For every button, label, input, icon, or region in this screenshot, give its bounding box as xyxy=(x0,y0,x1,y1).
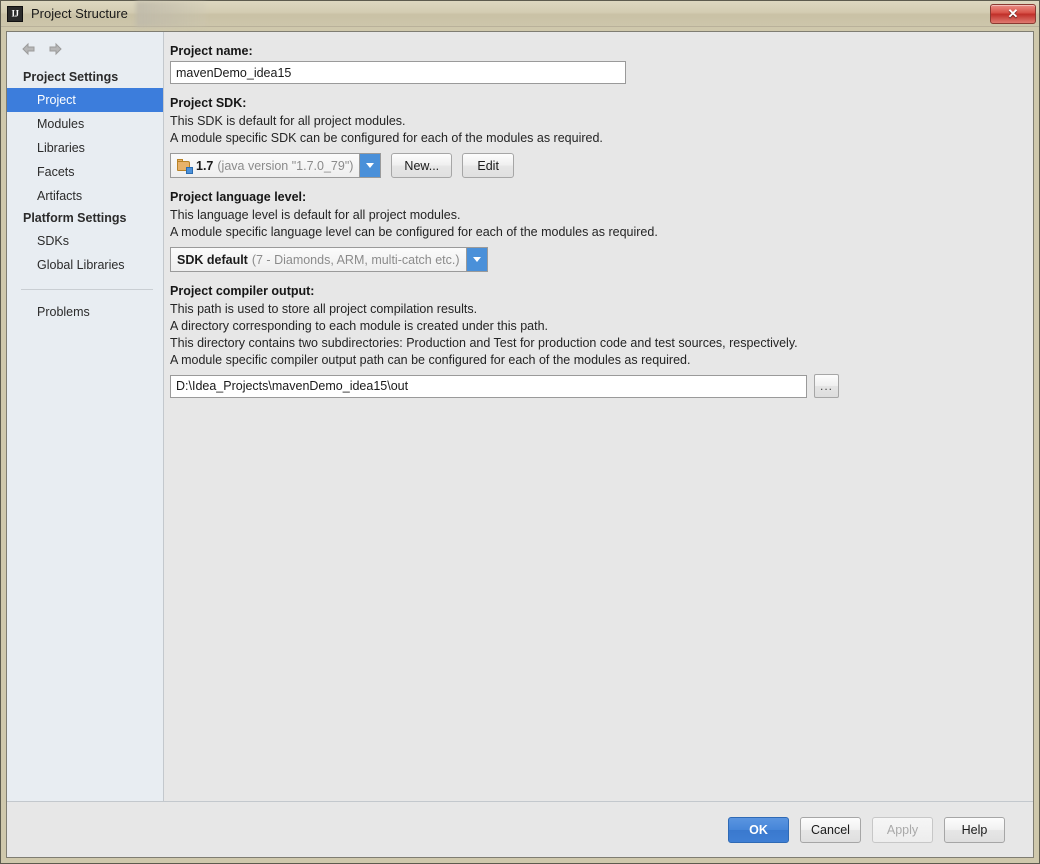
close-icon: ✕ xyxy=(1007,6,1019,21)
language-level-combobox-face: SDK default (7 - Diamonds, ARM, multi-ca… xyxy=(171,248,466,271)
title-bar-smudge xyxy=(136,1,206,27)
compiler-output-desc-2: A directory corresponding to each module… xyxy=(170,319,548,333)
language-level-value: SDK default xyxy=(177,252,248,267)
window-title: Project Structure xyxy=(31,6,128,21)
help-button-label: Help xyxy=(961,822,988,837)
ok-button[interactable]: OK xyxy=(728,816,789,843)
cancel-button-label: Cancel xyxy=(811,822,850,837)
apply-button: Apply xyxy=(872,816,933,843)
compiler-output-input[interactable]: D:\Idea_Projects\mavenDemo_idea15\out xyxy=(170,374,807,398)
new-sdk-button[interactable]: New... xyxy=(391,153,453,178)
project-sdk-controls: 1.7 (java version "1.7.0_79") New... Edi… xyxy=(170,147,1033,178)
language-level-detail: (7 - Diamonds, ARM, multi-catch etc.) xyxy=(251,252,460,267)
sidebar-item-label: Problems xyxy=(37,305,90,319)
project-name-section: Project name: mavenDemo_idea15 xyxy=(170,44,1033,84)
dialog-body: Project Settings Project Modules Librari… xyxy=(7,32,1033,801)
sidebar-item-sdks[interactable]: SDKs xyxy=(7,229,163,253)
intellij-logo-icon: IJ xyxy=(7,5,23,22)
project-sdk-detail: (java version "1.7.0_79") xyxy=(217,158,354,173)
compiler-output-desc-4: A module specific compiler output path c… xyxy=(170,353,691,367)
compiler-output-desc-3: This directory contains two subdirectori… xyxy=(170,336,798,350)
project-sdk-value: 1.7 xyxy=(196,158,214,173)
project-name-label: Project name: xyxy=(170,44,253,58)
project-sdk-section: Project SDK: This SDK is default for all… xyxy=(170,96,1033,178)
sidebar-item-project[interactable]: Project xyxy=(7,88,163,112)
sidebar-item-problems[interactable]: Problems xyxy=(7,300,163,324)
sidebar-group-platform-settings: Platform Settings xyxy=(23,211,127,225)
compiler-output-label: Project compiler output: xyxy=(170,284,315,298)
title-bar: IJ Project Structure ✕ xyxy=(1,1,1039,27)
compiler-output-browse-button[interactable]: ... xyxy=(814,374,839,398)
project-sdk-chevron-down-icon[interactable] xyxy=(359,154,381,177)
dialog-button-bar: OK Cancel Apply Help xyxy=(7,801,1033,857)
sidebar-item-label: Artifacts xyxy=(37,189,83,203)
sidebar-divider xyxy=(21,289,153,290)
compiler-output-controls: D:\Idea_Projects\mavenDemo_idea15\out ..… xyxy=(170,374,1033,398)
sidebar: Project Settings Project Modules Librari… xyxy=(7,32,164,801)
language-level-desc-2: A module specific language level can be … xyxy=(170,225,658,239)
project-name-value: mavenDemo_idea15 xyxy=(176,65,292,80)
sidebar-group-project-settings: Project Settings xyxy=(23,70,119,84)
compiler-output-section: Project compiler output: This path is us… xyxy=(170,284,1033,398)
project-sdk-label: Project SDK: xyxy=(170,96,247,110)
sidebar-item-label: Libraries xyxy=(37,141,85,155)
edit-sdk-button-label: Edit xyxy=(477,158,499,173)
settings-panel: Project name: mavenDemo_idea15 Project S… xyxy=(164,32,1033,801)
sidebar-item-modules[interactable]: Modules xyxy=(7,112,163,136)
project-sdk-desc-1: This SDK is default for all project modu… xyxy=(170,114,406,128)
help-button[interactable]: Help xyxy=(944,816,1005,843)
project-structure-dialog: IJ Project Structure ✕ Project Settings … xyxy=(0,0,1040,864)
language-level-controls: SDK default (7 - Diamonds, ARM, multi-ca… xyxy=(170,241,1033,272)
new-sdk-button-label: New... xyxy=(404,158,440,173)
back-arrow-icon[interactable] xyxy=(21,41,37,57)
sidebar-item-label: Project xyxy=(37,93,76,107)
compiler-output-value: D:\Idea_Projects\mavenDemo_idea15\out xyxy=(176,379,409,393)
project-sdk-combobox-face: 1.7 (java version "1.7.0_79") xyxy=(171,154,360,177)
app-icon-label: IJ xyxy=(11,8,19,18)
cancel-button[interactable]: Cancel xyxy=(800,816,861,843)
compiler-output-desc-1: This path is used to store all project c… xyxy=(170,302,478,316)
language-level-section: Project language level: This language le… xyxy=(170,190,1033,272)
sidebar-navigation xyxy=(7,39,163,67)
language-level-combobox[interactable]: SDK default (7 - Diamonds, ARM, multi-ca… xyxy=(170,247,488,272)
sidebar-item-facets[interactable]: Facets xyxy=(7,160,163,184)
sidebar-item-label: SDKs xyxy=(37,234,69,248)
sidebar-item-label: Global Libraries xyxy=(37,258,125,272)
apply-button-label: Apply xyxy=(886,822,919,837)
edit-sdk-button[interactable]: Edit xyxy=(462,153,515,178)
language-level-chevron-down-icon[interactable] xyxy=(465,248,487,271)
sidebar-item-artifacts[interactable]: Artifacts xyxy=(7,184,163,208)
forward-arrow-icon[interactable] xyxy=(47,41,63,57)
sidebar-item-global-libraries[interactable]: Global Libraries xyxy=(7,253,163,277)
sdk-folder-icon xyxy=(177,158,193,174)
sidebar-item-label: Modules xyxy=(37,117,85,131)
project-name-input[interactable]: mavenDemo_idea15 xyxy=(170,61,626,84)
ok-button-label: OK xyxy=(749,822,768,837)
language-level-label: Project language level: xyxy=(170,190,307,204)
sidebar-item-label: Facets xyxy=(37,165,75,179)
ellipsis-icon: ... xyxy=(819,379,833,393)
sidebar-item-libraries[interactable]: Libraries xyxy=(7,136,163,160)
close-button[interactable]: ✕ xyxy=(990,3,1036,24)
dialog-frame: Project Settings Project Modules Librari… xyxy=(6,31,1034,858)
project-sdk-combobox[interactable]: 1.7 (java version "1.7.0_79") xyxy=(170,153,382,178)
language-level-desc-1: This language level is default for all p… xyxy=(170,208,461,222)
project-sdk-desc-2: A module specific SDK can be configured … xyxy=(170,131,603,145)
